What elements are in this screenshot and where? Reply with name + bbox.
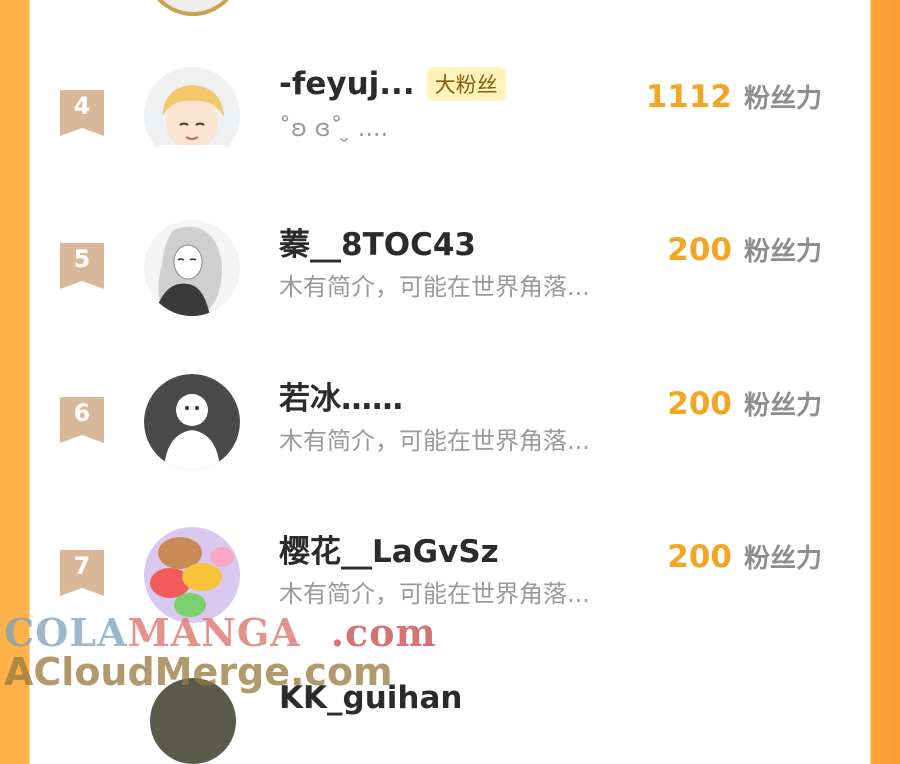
default-ghost-avatar-icon[interactable] bbox=[144, 374, 240, 470]
fan-power: 200 粉丝力 bbox=[667, 385, 822, 422]
user-name[interactable]: 樱花__LaGvSz bbox=[279, 526, 499, 571]
fan-power-unit: 粉丝力 bbox=[743, 544, 822, 574]
user-bio: 木有简介，可能在世界角落... bbox=[279, 427, 590, 455]
user-name[interactable]: -feyuj... bbox=[279, 66, 415, 102]
fan-power-value: 200 bbox=[667, 386, 732, 422]
anime-boy-avatar-icon[interactable] bbox=[144, 67, 240, 163]
user-bio: 木有简介，可能在世界角落... bbox=[279, 273, 590, 301]
name-line: 蓁__8TOC43 bbox=[279, 219, 476, 264]
fan-power: 200 粉丝力 bbox=[667, 538, 822, 575]
sketch-girl-avatar-icon[interactable] bbox=[144, 220, 240, 316]
rank-badge: 5 bbox=[60, 243, 104, 289]
watermark-acloudmerge: ACloudMerge.com bbox=[4, 650, 393, 694]
user-name[interactable]: 蓁__8TOC43 bbox=[279, 219, 476, 264]
ranking-row-6[interactable]: 6 若冰…… 木有简介，可能在世界角落... 200 粉丝力 bbox=[0, 374, 900, 507]
macaron-avatar-icon[interactable] bbox=[144, 527, 240, 623]
fan-power: 1112 粉丝力 bbox=[646, 78, 822, 115]
name-line: 樱花__LaGvSz bbox=[279, 526, 499, 571]
user-bio: ˚ʚ ɞ˚ ̮ .... bbox=[279, 114, 389, 142]
rank-number: 4 bbox=[73, 92, 91, 120]
user-name[interactable]: 若冰…… bbox=[279, 373, 403, 418]
fan-power-value: 200 bbox=[667, 539, 732, 575]
ranking-row-5[interactable]: 5 蓁__8TOC43 木有简介，可能在世界角落... 200 粉丝力 bbox=[0, 220, 900, 353]
fan-power-unit: 粉丝力 bbox=[743, 391, 822, 421]
rank-number: 7 bbox=[73, 552, 91, 580]
name-line: 若冰…… bbox=[279, 373, 403, 418]
rank-badge: 7 bbox=[60, 550, 104, 596]
watermark-colamanga: COLAMANGA .com bbox=[4, 610, 437, 655]
rank-badge: 6 bbox=[60, 397, 104, 443]
rank-badge: 4 bbox=[60, 90, 104, 136]
name-line: -feyuj... 大粉丝 bbox=[279, 66, 506, 102]
fan-power-unit: 粉丝力 bbox=[743, 237, 822, 267]
user-bio: 木有简介，可能在世界角落... bbox=[279, 580, 590, 608]
fan-power-value: 1112 bbox=[645, 79, 732, 115]
big-fan-badge: 大粉丝 bbox=[426, 67, 506, 101]
fan-power-unit: 粉丝力 bbox=[743, 84, 822, 114]
ranking-row-4[interactable]: 4 -feyuj... 大粉丝 ˚ʚ ɞ˚ ̮ .... 1112 粉丝力 bbox=[0, 66, 900, 200]
fan-power: 200 粉丝力 bbox=[667, 231, 822, 268]
fan-power-value: 200 bbox=[667, 232, 732, 268]
rank-number: 5 bbox=[73, 245, 91, 273]
rank-number: 6 bbox=[73, 399, 91, 427]
